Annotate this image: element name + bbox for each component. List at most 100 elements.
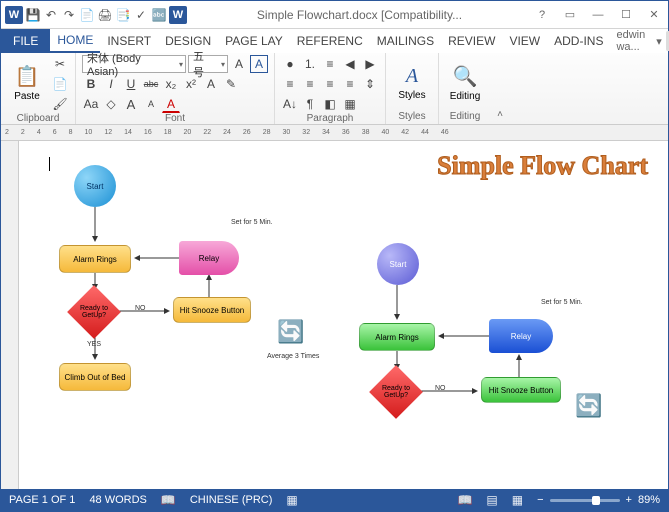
flowchart-process: Hit Snooze Button [173, 297, 251, 323]
paste-icon: 📋 [15, 64, 40, 89]
flowchart-process: Climb Out of Bed [59, 363, 131, 391]
font-grow-icon[interactable]: A [122, 95, 140, 113]
flowchart-process: Alarm Rings [359, 323, 435, 351]
align-left-icon[interactable]: ≡ [281, 75, 299, 93]
vertical-ruler[interactable] [1, 141, 19, 489]
shading-icon[interactable]: ◧ [321, 95, 339, 113]
macro-icon[interactable]: ▦ [286, 493, 297, 507]
flowchart-label: NO [435, 385, 446, 392]
status-page[interactable]: PAGE 1 OF 1 [9, 494, 75, 506]
pilcrow-icon[interactable]: ¶ [301, 95, 319, 113]
page-title: Simple Flow Chart [437, 151, 648, 181]
highlight-icon[interactable]: ✎ [222, 75, 240, 93]
cut-icon[interactable]: ✂ [51, 55, 69, 73]
change-case-icon[interactable]: Aa [82, 95, 100, 113]
flowchart-start: Start [74, 165, 116, 207]
numbering-icon[interactable]: 1. [301, 55, 319, 73]
zoom-slider[interactable] [550, 499, 620, 502]
indent-icon[interactable]: ▶ [361, 55, 379, 73]
qat-icon[interactable]: 📄 [79, 7, 95, 23]
tab-references[interactable]: REFERENC [290, 29, 370, 53]
multilevel-icon[interactable]: ≡ [321, 55, 339, 73]
ribbon-options-icon[interactable]: ▭ [556, 1, 584, 29]
group-paragraph: ⦁ 1. ≡ ◀ ▶ ≡ ≡ ≡ ≡ ⇕ A↓ ¶ ◧ ▦ Paragraph [275, 53, 386, 124]
dedent-icon[interactable]: ◀ [341, 55, 359, 73]
maximize-icon[interactable]: ☐ [612, 1, 640, 29]
document-page[interactable]: Simple Flow Chart Start Alarm Rings Rela… [19, 141, 668, 489]
group-label: Clipboard [7, 113, 69, 125]
flowchart-decision: Ready to GetUp? [67, 285, 121, 339]
cycle-icon: 🔄 [575, 393, 602, 419]
font-color-icon[interactable]: A [162, 95, 180, 113]
zoom-out-button[interactable]: − [537, 494, 543, 506]
cycle-icon: 🔄 [277, 319, 304, 345]
status-words[interactable]: 48 WORDS [89, 494, 146, 506]
undo-icon[interactable]: ↶ [43, 7, 59, 23]
flowchart-label: NO [135, 305, 146, 312]
qat-icon[interactable]: 📑 [115, 7, 131, 23]
tab-mailings[interactable]: MAILINGS [370, 29, 441, 53]
flowchart-annotation: Set for 5 Min. [231, 219, 273, 226]
save-icon[interactable]: 💾 [25, 7, 41, 23]
styles-button[interactable]: A Styles [392, 55, 432, 111]
collapse-ribbon-icon[interactable]: ˄ [491, 53, 509, 124]
clear-format-icon[interactable]: ◇ [102, 95, 120, 113]
window-title: Simple Flowchart.docx [Compatibility... [191, 8, 528, 22]
group-styles: A Styles Styles [386, 53, 439, 124]
sort-icon[interactable]: A↓ [281, 95, 299, 113]
word-doc-icon: W [169, 6, 187, 24]
ribbon: 📋 Paste ✂ 📄 🖌 Clipboard 宋体 (Body Asian) … [1, 53, 668, 125]
group-clipboard: 📋 Paste ✂ 📄 🖌 Clipboard [1, 53, 76, 124]
qat-icon[interactable]: ✓ [133, 7, 149, 23]
font-family-combo[interactable]: 宋体 (Body Asian) [82, 55, 186, 73]
font-shrink-icon[interactable]: A [142, 95, 160, 113]
status-language[interactable]: CHINESE (PRC) [190, 494, 273, 506]
qat-icon[interactable]: 🖨 [97, 7, 113, 23]
statusbar: PAGE 1 OF 1 48 WORDS 📖 CHINESE (PRC) ▦ 📖… [1, 489, 668, 511]
flowchart-annotation: Average 3 Times [267, 353, 319, 360]
group-editing: 🔍 Editing Editing [439, 53, 491, 124]
align-center-icon[interactable]: ≡ [301, 75, 319, 93]
horizontal-ruler[interactable]: 2246810121416182022242628303234363840424… [1, 125, 668, 141]
qat-icon[interactable]: 🔤 [151, 7, 167, 23]
borders-icon[interactable]: ▦ [341, 95, 359, 113]
file-tab[interactable]: FILE [1, 29, 50, 53]
print-layout-icon[interactable]: ▤ [486, 493, 497, 507]
redo-icon[interactable]: ↷ [61, 7, 77, 23]
help-icon[interactable]: ? [528, 1, 556, 29]
editing-button[interactable]: 🔍 Editing [445, 55, 485, 111]
zoom-in-button[interactable]: + [626, 494, 632, 506]
paste-button[interactable]: 📋 Paste [7, 55, 47, 111]
tab-page-layout[interactable]: PAGE LAY [218, 29, 290, 53]
group-label: Styles [392, 111, 432, 123]
web-layout-icon[interactable]: ▦ [512, 493, 523, 507]
copy-icon[interactable]: 📄 [51, 75, 69, 93]
paste-label: Paste [14, 91, 40, 102]
tab-addins[interactable]: ADD-INS [547, 29, 610, 53]
grow-font-icon[interactable]: A [230, 55, 248, 73]
read-mode-icon[interactable]: 📖 [457, 493, 472, 507]
font-size-combo[interactable]: 五号 [188, 55, 228, 73]
find-icon: 🔍 [453, 64, 478, 89]
window-controls: ? ▭ — ☐ ✕ [528, 1, 668, 29]
flowchart-relay: Relay [489, 319, 553, 353]
format-painter-icon[interactable]: 🖌 [51, 95, 69, 113]
bullets-icon[interactable]: ⦁ [281, 55, 299, 73]
editing-label: Editing [450, 91, 481, 102]
zoom-level[interactable]: 89% [638, 494, 660, 506]
group-label: Font [82, 113, 268, 125]
close-icon[interactable]: ✕ [640, 1, 668, 29]
group-label: Editing [445, 111, 485, 123]
user-account[interactable]: edwin wa... ▾ [610, 29, 669, 53]
quick-access-toolbar: W 💾 ↶ ↷ 📄 🖨 📑 ✓ 🔤 W [1, 6, 191, 24]
tab-view[interactable]: VIEW [502, 29, 547, 53]
minimize-icon[interactable]: — [584, 1, 612, 29]
shrink-font-icon[interactable]: A [250, 55, 268, 73]
tab-review[interactable]: REVIEW [441, 29, 502, 53]
align-right-icon[interactable]: ≡ [321, 75, 339, 93]
zoom-control: − + 89% [537, 494, 660, 506]
line-spacing-icon[interactable]: ⇕ [361, 75, 379, 93]
spellcheck-icon[interactable]: 📖 [161, 493, 176, 507]
titlebar: W 💾 ↶ ↷ 📄 🖨 📑 ✓ 🔤 W Simple Flowchart.doc… [1, 1, 668, 29]
justify-icon[interactable]: ≡ [341, 75, 359, 93]
